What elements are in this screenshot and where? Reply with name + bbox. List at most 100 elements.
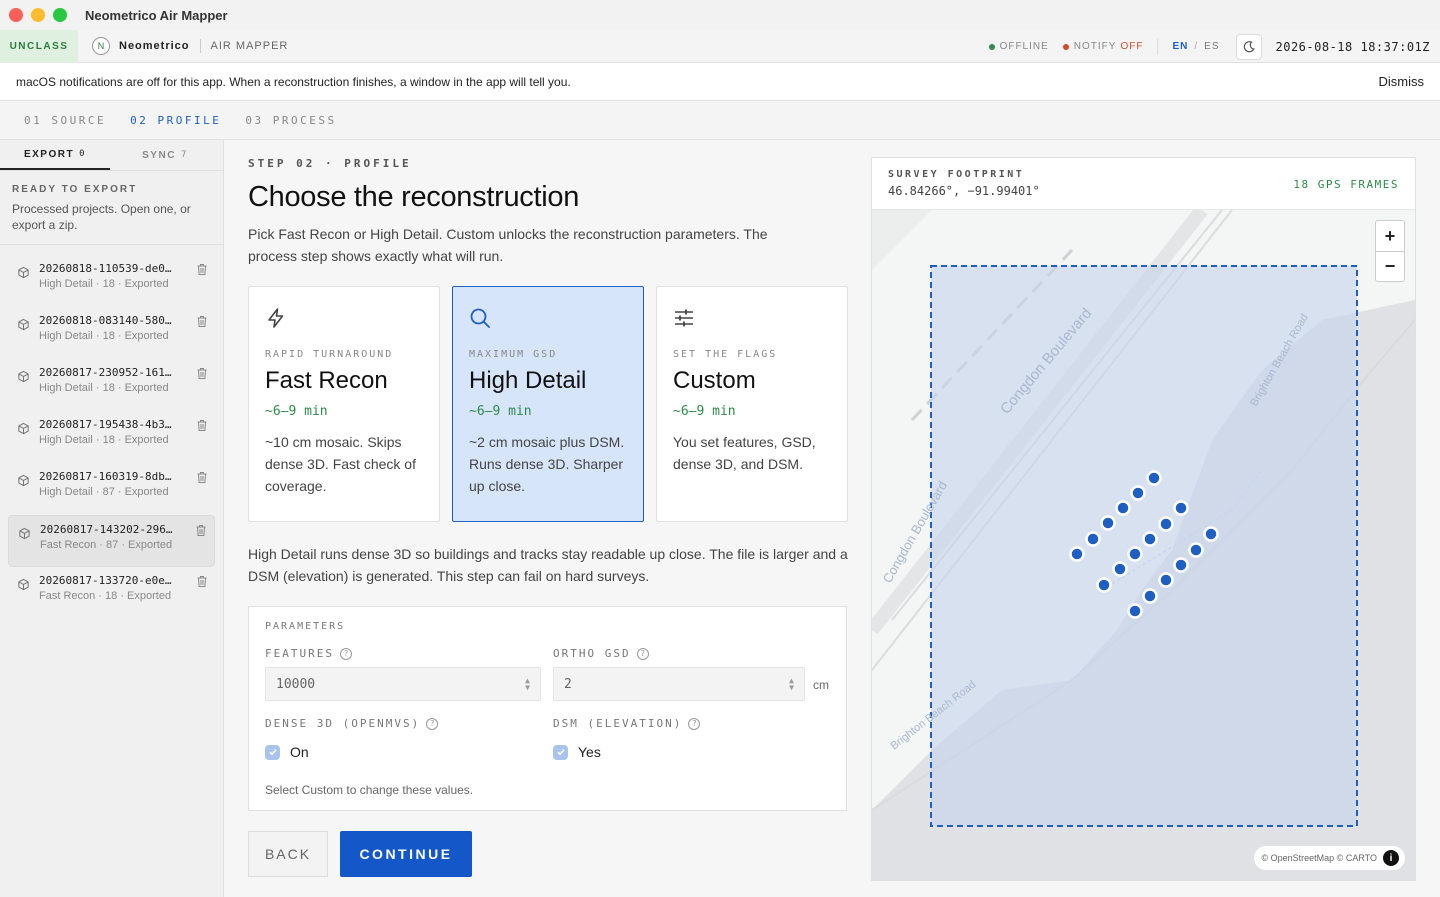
notify-value: OFF xyxy=(1120,41,1144,52)
gps-frame-marker[interactable] xyxy=(1203,526,1219,542)
project-name: 20260818-110539-de0… xyxy=(39,262,172,275)
stepper-arrows-icon[interactable]: ▲ ▼ xyxy=(789,677,794,692)
project-item[interactable]: 20260818-083140-580… High Detail · 18 · … xyxy=(8,307,215,359)
top-status-area: OFFLINE NOTIFY OFF EN / ES 2026-08-18 18… xyxy=(988,30,1430,63)
gps-frame-marker[interactable] xyxy=(1173,500,1189,516)
close-window-button[interactable] xyxy=(9,8,23,22)
ortho-gsd-input[interactable]: 2 ▲ ▼ xyxy=(553,667,805,701)
language-separator: / xyxy=(1194,41,1199,52)
project-meta: Fast Recon · 18 · Exported xyxy=(39,590,172,602)
dsm-label: DSM (ELEVATION) xyxy=(553,717,683,730)
map-attribution: © OpenStreetMap © CARTO i xyxy=(1253,846,1405,870)
divider xyxy=(1157,38,1159,55)
gps-frame-marker[interactable] xyxy=(1115,500,1131,516)
language-es-button[interactable]: ES xyxy=(1204,41,1219,52)
features-value: 10000 xyxy=(276,676,316,692)
notify-dot-icon xyxy=(1062,43,1069,50)
notification-banner: macOS notifications are off for this app… xyxy=(0,63,1440,101)
card-title: Fast Recon xyxy=(265,367,388,394)
zoom-out-button[interactable]: − xyxy=(1376,251,1404,281)
card-kicker: SET THE FLAGS xyxy=(673,349,778,360)
card-time: ~6–9 min xyxy=(265,404,328,419)
tab-export[interactable]: EXPORT 0 xyxy=(0,140,110,170)
gps-frame-marker[interactable] xyxy=(1127,603,1143,619)
features-input[interactable]: 10000 ▲ ▼ xyxy=(265,667,541,701)
notify-status[interactable]: NOTIFY OFF xyxy=(1062,41,1144,52)
trash-icon[interactable] xyxy=(196,575,208,588)
help-icon[interactable]: ? xyxy=(426,717,439,730)
project-item[interactable]: 20260817-230952-161… High Detail · 18 · … xyxy=(8,359,215,411)
gps-frame-marker[interactable] xyxy=(1100,515,1116,531)
gps-frame-marker[interactable] xyxy=(1112,561,1128,577)
map-canvas[interactable]: Congdon Boulevard Congdon Boulevard Brig… xyxy=(872,210,1415,880)
dense-3d-value: On xyxy=(290,744,309,760)
profile-card-fast-recon[interactable]: RAPID TURNAROUND Fast Recon ~6–9 min ~10… xyxy=(248,286,440,522)
step-source[interactable]: 01 SOURCE xyxy=(24,114,106,127)
offline-status: OFFLINE xyxy=(988,41,1049,52)
theme-toggle-button[interactable] xyxy=(1235,33,1262,60)
project-item-selected[interactable]: 20260817-143202-296… Fast Recon · 87 · E… xyxy=(8,515,215,567)
help-icon[interactable]: ? xyxy=(339,647,352,660)
project-item[interactable]: 20260817-195438-4b3… High Detail · 18 · … xyxy=(8,411,215,463)
step-profile[interactable]: 02 PROFILE xyxy=(130,114,221,127)
features-label: FEATURES xyxy=(265,647,334,660)
step-eyebrow: STEP 02 · PROFILE xyxy=(248,157,412,170)
stepper-arrows-icon[interactable]: ▲ ▼ xyxy=(525,677,530,692)
trash-icon[interactable] xyxy=(196,367,208,380)
gps-frame-marker[interactable] xyxy=(1146,470,1162,486)
card-description: ~2 cm mosaic plus DSM. Runs dense 3D. Sh… xyxy=(469,434,625,494)
gps-frame-marker[interactable] xyxy=(1130,485,1146,501)
parameters-note: Select Custom to change these values. xyxy=(265,783,474,797)
lightning-icon xyxy=(268,308,284,328)
map-base: Congdon Boulevard Congdon Boulevard Brig… xyxy=(872,210,1415,880)
zoom-in-button[interactable]: + xyxy=(1376,221,1404,251)
dsm-checkbox[interactable]: Yes xyxy=(553,744,700,760)
help-icon[interactable]: ? xyxy=(636,647,649,660)
back-button[interactable]: BACK xyxy=(248,831,328,877)
gps-frame-marker[interactable] xyxy=(1158,572,1174,588)
trash-icon[interactable] xyxy=(196,471,208,484)
trash-icon[interactable] xyxy=(196,263,208,276)
project-name: 20260817-133720-e0e… xyxy=(39,574,172,587)
project-item[interactable]: 20260817-133720-e0e… Fast Recon · 18 · E… xyxy=(8,567,215,619)
dense-3d-checkbox[interactable]: On xyxy=(265,744,438,760)
project-meta: High Detail · 18 · Exported xyxy=(39,330,169,342)
project-item[interactable]: 20260817-160319-8db… High Detail · 87 · … xyxy=(8,463,215,515)
sidebar: EXPORT 0 SYNC 7 READY TO EXPORT Processe… xyxy=(0,140,224,897)
profile-card-custom[interactable]: SET THE FLAGS Custom ~6–9 min You set fe… xyxy=(656,286,848,522)
dismiss-button[interactable]: Dismiss xyxy=(1379,74,1425,89)
map-header: SURVEY FOOTPRINT 46.84266°, −91.99401° 1… xyxy=(872,158,1415,210)
tab-sync[interactable]: SYNC 7 xyxy=(110,140,220,170)
window-controls xyxy=(9,8,67,22)
trash-icon[interactable] xyxy=(196,419,208,432)
minimize-window-button[interactable] xyxy=(31,8,45,22)
language-en-button[interactable]: EN xyxy=(1172,41,1188,52)
card-kicker: MAXIMUM GSD xyxy=(469,349,558,360)
survey-footprint-area xyxy=(930,265,1358,827)
project-item[interactable]: 20260818-110539-de0… High Detail · 18 · … xyxy=(8,255,215,307)
cube-icon xyxy=(18,318,29,331)
attribution-text: © OpenStreetMap © CARTO xyxy=(1261,853,1377,863)
gps-frame-marker[interactable] xyxy=(1085,531,1101,547)
zoom-window-button[interactable] xyxy=(53,8,67,22)
gps-frame-marker[interactable] xyxy=(1158,516,1174,532)
trash-icon[interactable] xyxy=(195,524,207,537)
info-icon[interactable]: i xyxy=(1383,850,1399,866)
gps-frame-marker[interactable] xyxy=(1142,531,1158,547)
profile-card-high-detail[interactable]: MAXIMUM GSD High Detail ~6–9 min ~2 cm m… xyxy=(452,286,644,522)
dense-3d-field: DENSE 3D (OPENMVS)? On xyxy=(265,717,439,760)
gps-frame-marker[interactable] xyxy=(1127,546,1143,562)
gps-frame-marker[interactable] xyxy=(1173,557,1189,573)
zoom-controls: + − xyxy=(1375,220,1405,282)
project-name: 20260817-195438-4b3… xyxy=(39,418,172,431)
trash-icon[interactable] xyxy=(196,315,208,328)
gps-frame-marker[interactable] xyxy=(1069,546,1085,562)
gps-frame-marker[interactable] xyxy=(1096,577,1112,593)
gps-frame-marker[interactable] xyxy=(1188,542,1204,558)
parameters-panel: PARAMETERS FEATURES? 10000 ▲ ▼ ORTHO GSD?… xyxy=(248,606,847,811)
gps-frame-marker[interactable] xyxy=(1142,588,1158,604)
help-icon[interactable]: ? xyxy=(688,717,701,730)
project-meta: High Detail · 18 · Exported xyxy=(39,434,169,446)
continue-button[interactable]: CONTINUE xyxy=(340,831,472,877)
step-process[interactable]: 03 PROCESS xyxy=(245,114,336,127)
